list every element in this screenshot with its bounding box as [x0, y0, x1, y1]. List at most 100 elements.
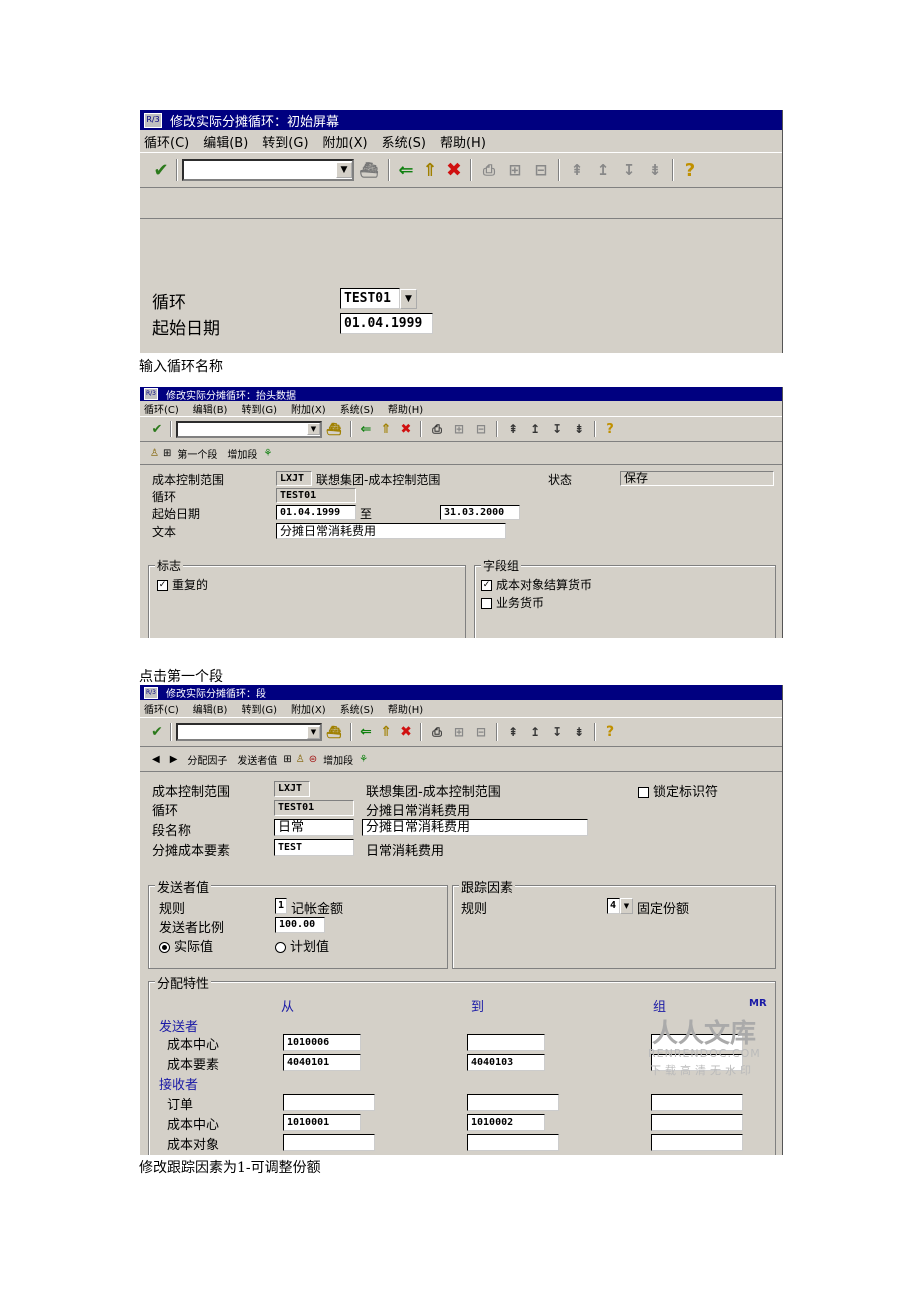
business-currency-row[interactable]: 业务货币 [481, 594, 544, 611]
save-icon[interactable]: ⛴ [322, 422, 346, 436]
end-date-input[interactable]: 31.03.2000 [440, 505, 520, 520]
exit-up-arrow-icon[interactable]: ⇑ [376, 422, 396, 437]
sender-percentage-input[interactable]: 100.00 [275, 917, 325, 933]
cost-object-to[interactable] [467, 1134, 559, 1151]
stamp-icon[interactable]: ⊜ [309, 754, 317, 765]
previous-segment-icon[interactable]: ◀ [152, 754, 160, 765]
first-page-icon[interactable]: ⇞ [502, 725, 524, 739]
menu-goto[interactable]: 转到(G) [241, 701, 277, 716]
segment-text-input[interactable]: 分摊日常消耗费用 [362, 819, 588, 836]
first-segment-button[interactable]: 第一个段 [177, 446, 217, 461]
last-page-icon[interactable]: ⇟ [568, 725, 590, 739]
previous-page-icon[interactable]: ↥ [524, 725, 546, 739]
sender-cost-center-to[interactable] [467, 1034, 545, 1051]
plan-value-row[interactable]: 计划值 [275, 936, 329, 955]
menu-help[interactable]: 帮助(H) [440, 132, 486, 151]
cycle-input[interactable]: TEST01 [340, 288, 400, 309]
previous-page-icon[interactable]: ↥ [590, 161, 616, 179]
person-icon[interactable]: ♙ [296, 754, 305, 765]
print-icon[interactable]: ⎙ [426, 725, 448, 740]
segment-name-input[interactable]: 日常 [274, 819, 354, 836]
order-from[interactable] [283, 1094, 375, 1111]
next-page-icon[interactable]: ↧ [616, 161, 642, 179]
enter-checkmark-icon[interactable]: ✔ [150, 160, 172, 181]
receiver-cost-center-to[interactable]: 1010002 [467, 1114, 545, 1131]
chevron-down-icon[interactable]: ▼ [307, 725, 320, 739]
start-date-input[interactable]: 01.04.1999 [276, 505, 356, 520]
save-icon[interactable]: ⛴ [322, 725, 346, 739]
business-currency-checkbox[interactable] [481, 598, 492, 609]
repeat-checkbox-row[interactable]: ✓ 重复的 [157, 576, 208, 593]
find-binoculars-icon[interactable]: ⊞ [448, 422, 470, 436]
print-icon[interactable]: ⎙ [476, 161, 502, 179]
hierarchy-icon[interactable]: ⚘ [359, 754, 368, 765]
back-arrow-icon[interactable]: ⇐ [356, 724, 376, 740]
menu-edit[interactable]: 编辑(B) [203, 132, 248, 151]
text-input[interactable]: 分摊日常消耗费用 [276, 523, 506, 539]
find-binoculars-icon[interactable]: ⊞ [502, 161, 528, 179]
menu-system[interactable]: 系统(S) [382, 132, 426, 151]
help-question-icon[interactable]: ? [600, 422, 620, 437]
actual-value-radio[interactable] [159, 942, 170, 953]
next-page-icon[interactable]: ↧ [546, 725, 568, 739]
back-arrow-icon[interactable]: ⇐ [394, 160, 418, 181]
plan-value-radio[interactable] [275, 942, 286, 953]
command-field[interactable]: ▼ [182, 159, 354, 181]
start-date-input[interactable]: 01.04.1999 [340, 313, 433, 334]
menu-help[interactable]: 帮助(H) [388, 701, 423, 716]
menu-cycle[interactable]: 循环(C) [144, 701, 179, 716]
tracing-rule-dropdown-icon[interactable]: ▼ [620, 898, 633, 914]
lock-indicator-checkbox[interactable] [638, 787, 649, 798]
menu-help[interactable]: 帮助(H) [388, 401, 423, 416]
receiver-cost-center-group[interactable] [651, 1114, 743, 1131]
cancel-x-icon[interactable]: ✖ [442, 159, 466, 181]
menu-system[interactable]: 系统(S) [340, 401, 374, 416]
cycle-dropdown-icon[interactable]: ▼ [400, 289, 417, 309]
enter-checkmark-icon[interactable]: ✔ [148, 422, 166, 437]
chevron-down-icon[interactable]: ▼ [307, 423, 320, 435]
first-page-icon[interactable]: ⇞ [502, 422, 524, 436]
next-page-icon[interactable]: ↧ [546, 422, 568, 436]
menu-goto[interactable]: 转到(G) [241, 401, 277, 416]
sender-cost-center-from[interactable]: 1010006 [283, 1034, 361, 1051]
person-icon[interactable]: ♙ [150, 448, 159, 459]
menu-extras[interactable]: 附加(X) [323, 132, 368, 151]
order-group[interactable] [651, 1094, 743, 1111]
last-page-icon[interactable]: ⇟ [568, 422, 590, 436]
next-segment-icon[interactable]: ▶ [170, 754, 178, 765]
tracing-rule-input[interactable]: 4 [607, 898, 620, 914]
find-next-icon[interactable]: ⊟ [528, 161, 554, 179]
menu-extras[interactable]: 附加(X) [291, 401, 326, 416]
command-field[interactable]: ▼ [176, 420, 322, 438]
sender-cost-element-to[interactable]: 4040103 [467, 1054, 545, 1071]
exit-up-arrow-icon[interactable]: ⇑ [376, 724, 396, 740]
menu-edit[interactable]: 编辑(B) [193, 701, 228, 716]
menu-edit[interactable]: 编辑(B) [193, 401, 228, 416]
chevron-down-icon[interactable]: ▼ [336, 162, 352, 178]
binoculars-icon[interactable]: ⊞ [283, 754, 291, 765]
add-segment-button[interactable]: 增加段 [227, 446, 257, 461]
menu-system[interactable]: 系统(S) [340, 701, 374, 716]
sender-cost-element-from[interactable]: 4040101 [283, 1054, 361, 1071]
help-question-icon[interactable]: ? [678, 160, 702, 181]
cost-object-currency-checkbox[interactable]: ✓ [481, 580, 492, 591]
print-icon[interactable]: ⎙ [426, 422, 448, 437]
first-page-icon[interactable]: ⇞ [564, 161, 590, 179]
cost-object-group[interactable] [651, 1134, 743, 1151]
sender-rule-input[interactable]: 1 [275, 898, 287, 914]
menu-goto[interactable]: 转到(G) [262, 132, 308, 151]
command-field[interactable]: ▼ [176, 723, 322, 741]
previous-page-icon[interactable]: ↥ [524, 422, 546, 436]
exit-up-arrow-icon[interactable]: ⇑ [418, 160, 442, 181]
enter-checkmark-icon[interactable]: ✔ [148, 724, 166, 740]
receiver-cost-center-from[interactable]: 1010001 [283, 1114, 361, 1131]
hierarchy-icon[interactable]: ⚘ [263, 448, 272, 459]
find-next-icon[interactable]: ⊟ [470, 725, 492, 739]
find-next-icon[interactable]: ⊟ [470, 422, 492, 436]
alloc-cost-element-input[interactable]: TEST [274, 839, 354, 856]
sender-values-button[interactable]: 发送者值 [237, 752, 277, 767]
cost-object-from[interactable] [283, 1134, 375, 1151]
menu-cycle[interactable]: 循环(C) [144, 132, 189, 151]
back-arrow-icon[interactable]: ⇐ [356, 422, 376, 437]
menu-cycle[interactable]: 循环(C) [144, 401, 179, 416]
